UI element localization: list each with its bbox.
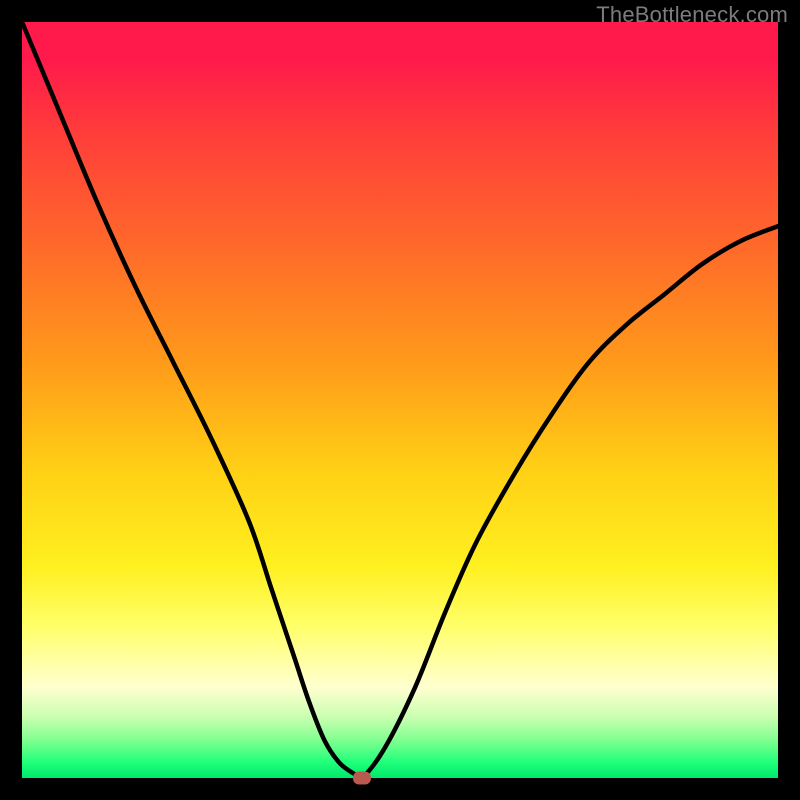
- bottleneck-curve: [22, 22, 778, 778]
- chart-frame: TheBottleneck.com: [0, 0, 800, 800]
- plot-area: [22, 22, 778, 778]
- optimal-point-marker: [353, 772, 371, 785]
